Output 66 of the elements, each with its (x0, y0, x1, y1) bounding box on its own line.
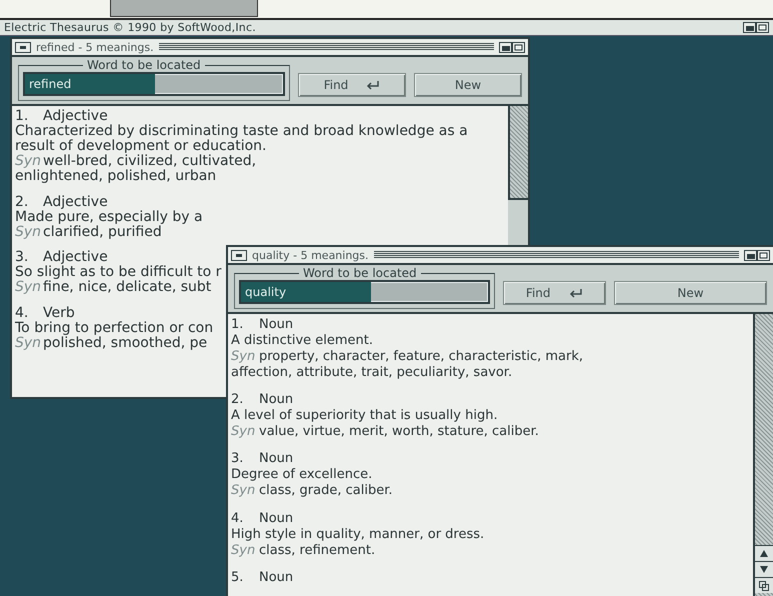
synonyms-text: clarified, purified (43, 224, 162, 240)
synonyms-text: polished, smoothed, pe (43, 336, 208, 350)
window-menu-icon[interactable] (15, 42, 31, 52)
synonyms-text: fine, nice, delicate, subt (43, 280, 212, 295)
window-menu-icon[interactable] (231, 250, 247, 260)
part-of-speech: Noun (259, 570, 294, 586)
synonym-label: Syn (15, 154, 42, 169)
window-size-icons[interactable] (499, 42, 525, 52)
definition-text: Degree of excellence. (231, 467, 372, 484)
synonym-label: Syn (231, 483, 256, 500)
group-label: Word to be located (86, 59, 202, 72)
synonyms-text: class, grade, caliber. (259, 483, 392, 500)
meaning-number: 3. (231, 451, 244, 468)
definition-text: A distinctive element. (231, 333, 374, 349)
find-button[interactable]: Find (298, 73, 406, 97)
scrollbar[interactable] (753, 314, 773, 596)
meaning-number: 5. (231, 570, 244, 586)
part-of-speech: Noun (259, 451, 294, 468)
synonyms-text: property, character, feature, characteristic, mark, (259, 349, 584, 365)
definition-text: High style in quality, manner, or dress. (231, 526, 484, 543)
find-button[interactable]: Find (502, 281, 606, 305)
meaning-number: 2. (231, 392, 244, 408)
window-size-icons[interactable] (743, 22, 769, 33)
definition-text: To bring to perfection or con (15, 320, 214, 336)
resize-icon[interactable] (755, 577, 773, 593)
meaning-number: 3. (15, 250, 30, 265)
definition-text: So slight as to be difficult to r (15, 265, 222, 280)
return-arrow-icon (366, 80, 380, 90)
synonym-label: Syn (231, 542, 256, 559)
new-button[interactable]: New (414, 73, 522, 97)
return-arrow-icon (568, 288, 583, 298)
synonyms-text: enlightened, polished, urban (15, 169, 216, 184)
part-of-speech: Verb (43, 306, 75, 320)
synonyms-text: well-bred, civilized, cultivated, (43, 154, 256, 169)
part-of-speech: Noun (259, 317, 294, 333)
meaning-number: 4. (15, 306, 30, 320)
synonyms-text: affection, attribute, trait, peculiarity, savor. (231, 365, 512, 381)
word-input-field[interactable]: quality (239, 280, 490, 304)
window-size-icons[interactable] (744, 250, 770, 260)
synonyms-text: value, virtue, merit, worth, stature, caliber. (259, 424, 539, 440)
part-of-speech: Adjective (43, 250, 108, 265)
part-of-speech: Adjective (43, 109, 108, 124)
synonym-label: Syn (231, 349, 256, 365)
app-title: Electric Thesaurus © 1990 by SoftWood,Inc. (4, 21, 256, 34)
meaning-number: 4. (231, 510, 244, 527)
window-title: refined - 5 meanings. (36, 40, 154, 54)
new-button[interactable]: New (614, 281, 767, 305)
scrollbar[interactable] (508, 106, 528, 200)
definition-text: Made pure, especially by a (15, 210, 203, 224)
word-input-field[interactable]: refined (23, 72, 285, 96)
group-label: Word to be located (302, 267, 418, 280)
meaning-number: 1. (231, 317, 244, 333)
definition-text: result of development or education. (15, 139, 266, 154)
synonym-label: Syn (15, 224, 42, 240)
part-of-speech: Adjective (43, 194, 108, 210)
definition-text: A level of superiority that is usually high. (231, 408, 498, 424)
definition-text: Characterized by discriminating taste and broad knowledge as a (15, 124, 468, 139)
synonym-label: Syn (15, 280, 42, 295)
window-title: quality - 5 meanings. (252, 248, 369, 262)
synonym-label: Syn (231, 424, 256, 440)
meaning-number: 2. (15, 194, 30, 210)
synonyms-text: class, refinement. (259, 542, 376, 559)
part-of-speech: Noun (259, 510, 294, 527)
meaning-number: 1. (15, 109, 30, 124)
synonym-label: Syn (15, 336, 42, 350)
part-of-speech: Noun (259, 392, 294, 408)
